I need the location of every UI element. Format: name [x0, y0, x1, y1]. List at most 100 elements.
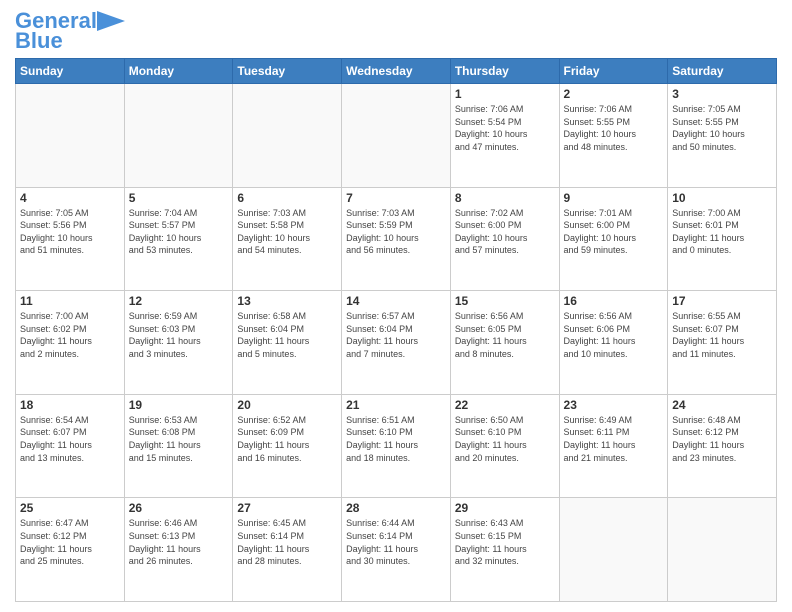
calendar-cell: 9Sunrise: 7:01 AM Sunset: 6:00 PM Daylig…: [559, 187, 668, 291]
calendar-cell: 14 Sunrise: 6:57 AM Sunset: 6:04 PM Dayli…: [342, 291, 451, 395]
calendar-cell: 23 Sunrise: 6:49 AM Sunset: 6:11 PM Dayli…: [559, 394, 668, 498]
logo-blue: Blue: [15, 30, 63, 52]
calendar-cell: 17 Sunrise: 6:55 AM Sunset: 6:07 PM Dayli…: [668, 291, 777, 395]
day-info: Sunrise: 7:05 AM Sunset: 5:55 PM Dayligh…: [672, 103, 772, 153]
day-info: Sunrise: 6:59 AM Sunset: 6:03 PM Dayligh…: [129, 310, 229, 360]
day-number: 25: [20, 501, 120, 515]
calendar-week-row: 1 Sunrise: 7:06 AM Sunset: 5:54 PM Daylig…: [16, 84, 777, 188]
day-number: 13: [237, 294, 337, 308]
day-info: Sunrise: 6:58 AM Sunset: 6:04 PM Dayligh…: [237, 310, 337, 360]
day-info: Sunrise: 6:44 AM Sunset: 6:14 PM Dayligh…: [346, 517, 446, 567]
calendar-cell: [668, 498, 777, 602]
header: General Blue: [15, 10, 777, 52]
day-number: 7: [346, 191, 446, 205]
day-info: Sunrise: 6:53 AM Sunset: 6:08 PM Dayligh…: [129, 414, 229, 464]
day-info: Sunrise: 7:03 AM Sunset: 5:58 PM Dayligh…: [237, 207, 337, 257]
day-info: Sunrise: 6:49 AM Sunset: 6:11 PM Dayligh…: [564, 414, 664, 464]
calendar-cell: [342, 84, 451, 188]
day-number: 27: [237, 501, 337, 515]
day-number: 20: [237, 398, 337, 412]
calendar-cell: 4 Sunrise: 7:05 AM Sunset: 5:56 PM Daylig…: [16, 187, 125, 291]
day-info: Sunrise: 7:00 AM Sunset: 6:02 PM Dayligh…: [20, 310, 120, 360]
col-header-sunday: Sunday: [16, 59, 125, 84]
day-number: 4: [20, 191, 120, 205]
day-info: Sunrise: 6:46 AM Sunset: 6:13 PM Dayligh…: [129, 517, 229, 567]
calendar-cell: 16 Sunrise: 6:56 AM Sunset: 6:06 PM Dayli…: [559, 291, 668, 395]
col-header-thursday: Thursday: [450, 59, 559, 84]
day-number: 10: [672, 191, 772, 205]
day-info: Sunrise: 6:54 AM Sunset: 6:07 PM Dayligh…: [20, 414, 120, 464]
day-info: Sunrise: 6:55 AM Sunset: 6:07 PM Dayligh…: [672, 310, 772, 360]
calendar-cell: 22 Sunrise: 6:50 AM Sunset: 6:10 PM Dayli…: [450, 394, 559, 498]
logo: General Blue: [15, 10, 125, 52]
day-info: Sunrise: 6:56 AM Sunset: 6:06 PM Dayligh…: [564, 310, 664, 360]
calendar-cell: 2 Sunrise: 7:06 AM Sunset: 5:55 PM Daylig…: [559, 84, 668, 188]
day-number: 14: [346, 294, 446, 308]
calendar-cell: 18 Sunrise: 6:54 AM Sunset: 6:07 PM Dayli…: [16, 394, 125, 498]
calendar-cell: 13 Sunrise: 6:58 AM Sunset: 6:04 PM Dayli…: [233, 291, 342, 395]
col-header-friday: Friday: [559, 59, 668, 84]
day-info: Sunrise: 6:50 AM Sunset: 6:10 PM Dayligh…: [455, 414, 555, 464]
calendar-cell: 1 Sunrise: 7:06 AM Sunset: 5:54 PM Daylig…: [450, 84, 559, 188]
day-info: Sunrise: 6:51 AM Sunset: 6:10 PM Dayligh…: [346, 414, 446, 464]
day-number: 21: [346, 398, 446, 412]
day-info: Sunrise: 6:56 AM Sunset: 6:05 PM Dayligh…: [455, 310, 555, 360]
calendar-cell: 27Sunrise: 6:45 AM Sunset: 6:14 PM Dayli…: [233, 498, 342, 602]
calendar-cell: 15 Sunrise: 6:56 AM Sunset: 6:05 PM Dayli…: [450, 291, 559, 395]
calendar-header-row: SundayMondayTuesdayWednesdayThursdayFrid…: [16, 59, 777, 84]
calendar-cell: [16, 84, 125, 188]
day-info: Sunrise: 7:02 AM Sunset: 6:00 PM Dayligh…: [455, 207, 555, 257]
page: General Blue SundayMondayTuesdayWednesda…: [0, 0, 792, 612]
day-number: 17: [672, 294, 772, 308]
calendar-cell: 29Sunrise: 6:43 AM Sunset: 6:15 PM Dayli…: [450, 498, 559, 602]
calendar-cell: [559, 498, 668, 602]
day-number: 23: [564, 398, 664, 412]
calendar-week-row: 4 Sunrise: 7:05 AM Sunset: 5:56 PM Daylig…: [16, 187, 777, 291]
calendar-cell: 20Sunrise: 6:52 AM Sunset: 6:09 PM Dayli…: [233, 394, 342, 498]
day-number: 29: [455, 501, 555, 515]
day-info: Sunrise: 7:00 AM Sunset: 6:01 PM Dayligh…: [672, 207, 772, 257]
day-number: 8: [455, 191, 555, 205]
calendar-cell: 8 Sunrise: 7:02 AM Sunset: 6:00 PM Daylig…: [450, 187, 559, 291]
calendar-cell: 3 Sunrise: 7:05 AM Sunset: 5:55 PM Daylig…: [668, 84, 777, 188]
day-info: Sunrise: 7:05 AM Sunset: 5:56 PM Dayligh…: [20, 207, 120, 257]
calendar-cell: 19 Sunrise: 6:53 AM Sunset: 6:08 PM Dayli…: [124, 394, 233, 498]
day-number: 15: [455, 294, 555, 308]
day-info: Sunrise: 6:57 AM Sunset: 6:04 PM Dayligh…: [346, 310, 446, 360]
calendar-cell: 24 Sunrise: 6:48 AM Sunset: 6:12 PM Dayli…: [668, 394, 777, 498]
day-number: 6: [237, 191, 337, 205]
day-number: 26: [129, 501, 229, 515]
calendar-cell: 12 Sunrise: 6:59 AM Sunset: 6:03 PM Dayli…: [124, 291, 233, 395]
day-number: 12: [129, 294, 229, 308]
day-number: 19: [129, 398, 229, 412]
col-header-saturday: Saturday: [668, 59, 777, 84]
calendar-cell: 10 Sunrise: 7:00 AM Sunset: 6:01 PM Dayli…: [668, 187, 777, 291]
day-number: 28: [346, 501, 446, 515]
col-header-tuesday: Tuesday: [233, 59, 342, 84]
calendar-cell: 11 Sunrise: 7:00 AM Sunset: 6:02 PM Dayli…: [16, 291, 125, 395]
calendar-week-row: 25 Sunrise: 6:47 AM Sunset: 6:12 PM Dayli…: [16, 498, 777, 602]
calendar-cell: 5Sunrise: 7:04 AM Sunset: 5:57 PM Daylig…: [124, 187, 233, 291]
calendar-cell: 6 Sunrise: 7:03 AM Sunset: 5:58 PM Daylig…: [233, 187, 342, 291]
day-info: Sunrise: 6:48 AM Sunset: 6:12 PM Dayligh…: [672, 414, 772, 464]
calendar-week-row: 18 Sunrise: 6:54 AM Sunset: 6:07 PM Dayli…: [16, 394, 777, 498]
day-number: 18: [20, 398, 120, 412]
day-number: 16: [564, 294, 664, 308]
day-info: Sunrise: 7:06 AM Sunset: 5:54 PM Dayligh…: [455, 103, 555, 153]
day-number: 11: [20, 294, 120, 308]
day-info: Sunrise: 6:47 AM Sunset: 6:12 PM Dayligh…: [20, 517, 120, 567]
calendar-week-row: 11 Sunrise: 7:00 AM Sunset: 6:02 PM Dayli…: [16, 291, 777, 395]
day-number: 22: [455, 398, 555, 412]
day-number: 3: [672, 87, 772, 101]
day-info: Sunrise: 7:03 AM Sunset: 5:59 PM Dayligh…: [346, 207, 446, 257]
day-number: 2: [564, 87, 664, 101]
col-header-wednesday: Wednesday: [342, 59, 451, 84]
col-header-monday: Monday: [124, 59, 233, 84]
day-info: Sunrise: 7:06 AM Sunset: 5:55 PM Dayligh…: [564, 103, 664, 153]
calendar-cell: 21 Sunrise: 6:51 AM Sunset: 6:10 PM Dayli…: [342, 394, 451, 498]
calendar-cell: [124, 84, 233, 188]
calendar-cell: 26 Sunrise: 6:46 AM Sunset: 6:13 PM Dayli…: [124, 498, 233, 602]
logo-arrow-icon: [97, 11, 125, 31]
day-number: 1: [455, 87, 555, 101]
day-number: 24: [672, 398, 772, 412]
